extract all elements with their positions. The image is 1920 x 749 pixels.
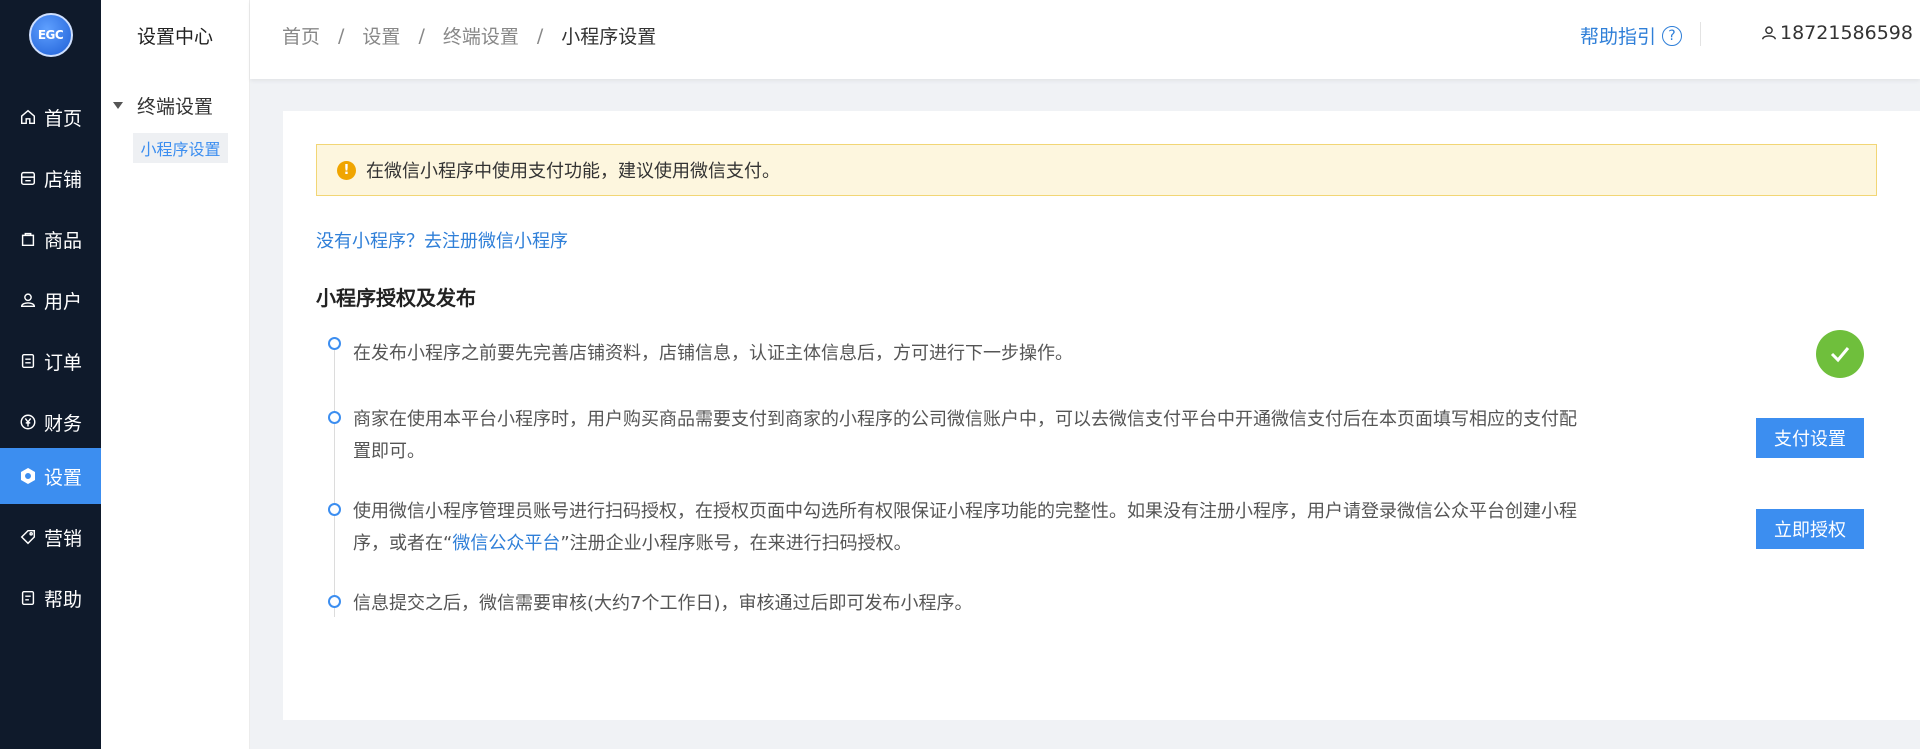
breadcrumb: 首页 / 设置 / 终端设置 / 小程序设置 bbox=[282, 22, 656, 49]
sidebar-item-label: 设置 bbox=[44, 466, 83, 489]
sidebar-item-label: 店铺 bbox=[44, 168, 83, 191]
product-icon bbox=[18, 229, 38, 249]
submenu-item-miniprogram[interactable]: 小程序设置 bbox=[133, 133, 228, 163]
sidebar-item-store[interactable]: 店铺 bbox=[0, 150, 101, 206]
step-4-text: 信息提交之后，微信需要审核(大约7个工作日)，审核通过后即可发布小程序。 bbox=[353, 593, 973, 614]
sidebar-item-finance[interactable]: 财务 bbox=[0, 394, 101, 450]
sidebar-item-label: 订单 bbox=[44, 351, 83, 374]
user-account[interactable]: 18721586598 bbox=[1760, 22, 1913, 44]
home-icon bbox=[18, 107, 38, 127]
content-card: ! 在微信小程序中使用支付功能，建议使用微信支付。 没有小程序？去注册微信小程序… bbox=[283, 111, 1920, 720]
step-3-text: 使用微信小程序管理员账号进行扫码授权，在授权页面中勾选所有权限保证小程序功能的完… bbox=[353, 496, 1583, 560]
settings-icon bbox=[18, 466, 38, 486]
submenu-group-label: 终端设置 bbox=[137, 96, 214, 118]
breadcrumb-separator: / bbox=[536, 24, 544, 47]
sidebar-item-users[interactable]: 用户 bbox=[0, 272, 101, 328]
sidebar-item-products[interactable]: 商品 bbox=[0, 211, 101, 267]
logo-container: EGC bbox=[0, 0, 101, 70]
user-icon bbox=[18, 290, 38, 310]
register-miniprogram-link[interactable]: 没有小程序？去注册微信小程序 bbox=[316, 227, 568, 253]
sidebar-item-label: 帮助 bbox=[44, 588, 83, 611]
user-phone: 18721586598 bbox=[1780, 22, 1913, 44]
sidebar-item-help[interactable]: 帮助 bbox=[0, 570, 101, 626]
yen-icon bbox=[18, 412, 38, 432]
sidebar-item-settings[interactable]: 设置 bbox=[0, 448, 101, 504]
step-3-text-after: ”注册企业小程序账号，在来进行扫码授权。 bbox=[560, 533, 912, 554]
breadcrumb-current: 小程序设置 bbox=[561, 26, 657, 48]
authorize-now-button[interactable]: 立即授权 bbox=[1756, 509, 1864, 549]
order-icon bbox=[18, 351, 38, 371]
breadcrumb-separator: / bbox=[418, 24, 425, 47]
breadcrumb-home[interactable]: 首页 bbox=[282, 22, 320, 49]
timeline-dot bbox=[328, 411, 341, 424]
step-2-text: 商家在使用本平台小程序时，用户购买商品需要支付到商家的小程序的公司微信账户中，可… bbox=[353, 409, 1577, 462]
timeline-line bbox=[334, 347, 335, 617]
payment-notice: ! 在微信小程序中使用支付功能，建议使用微信支付。 bbox=[316, 144, 1877, 196]
help-doc-icon bbox=[18, 588, 38, 608]
help-guide-link[interactable]: 帮助指引 ? bbox=[1580, 22, 1683, 49]
breadcrumb-separator: / bbox=[338, 24, 345, 47]
warning-icon: ! bbox=[337, 160, 356, 180]
tag-icon bbox=[18, 527, 38, 547]
sidebar-item-label: 财务 bbox=[44, 412, 83, 435]
sidebar-item-label: 用户 bbox=[44, 290, 83, 313]
submenu-group-terminal[interactable]: 终端设置 bbox=[111, 92, 213, 119]
settings-submenu: 设置中心 终端设置 bbox=[101, 0, 250, 749]
top-header: 首页 / 设置 / 终端设置 / 小程序设置 帮助指引 ? 1872158659… bbox=[250, 0, 1920, 79]
submenu-title: 设置中心 bbox=[136, 25, 213, 48]
caret-down-icon bbox=[113, 102, 123, 109]
sidebar-item-marketing[interactable]: 营销 bbox=[0, 509, 101, 565]
breadcrumb-terminal-settings[interactable]: 终端设置 bbox=[443, 22, 519, 49]
store-icon bbox=[18, 168, 38, 188]
help-guide-label: 帮助指引 bbox=[1580, 26, 1657, 48]
notice-text: 在微信小程序中使用支付功能，建议使用微信支付。 bbox=[366, 161, 780, 182]
wechat-platform-link[interactable]: 微信公众平台 bbox=[452, 533, 560, 554]
timeline-dot bbox=[328, 503, 341, 516]
user-icon bbox=[1761, 26, 1777, 40]
check-icon bbox=[1816, 330, 1864, 378]
timeline-dot bbox=[328, 595, 341, 608]
timeline-dot bbox=[328, 337, 341, 350]
section-title: 小程序授权及发布 bbox=[316, 286, 476, 310]
sidebar-item-label: 首页 bbox=[44, 107, 83, 130]
sidebar-item-label: 营销 bbox=[44, 527, 83, 550]
sidebar-item-label: 商品 bbox=[44, 229, 83, 252]
sidebar-item-home[interactable]: 首页 bbox=[0, 89, 101, 145]
payment-settings-button[interactable]: 支付设置 bbox=[1756, 418, 1864, 458]
step-1-text: 在发布小程序之前要先完善店铺资料，店铺信息，认证主体信息后，方可进行下一步操作。 bbox=[353, 343, 1073, 364]
brand-logo[interactable]: EGC bbox=[28, 13, 73, 57]
breadcrumb-settings[interactable]: 设置 bbox=[362, 22, 400, 49]
header-divider bbox=[1700, 22, 1701, 46]
question-circle-icon: ? bbox=[1662, 25, 1683, 46]
main-sidebar: EGC 首页 店铺 商品 用户 订单 财务 设置 营销 帮助 bbox=[0, 0, 101, 749]
sidebar-item-orders[interactable]: 订单 bbox=[0, 333, 101, 389]
